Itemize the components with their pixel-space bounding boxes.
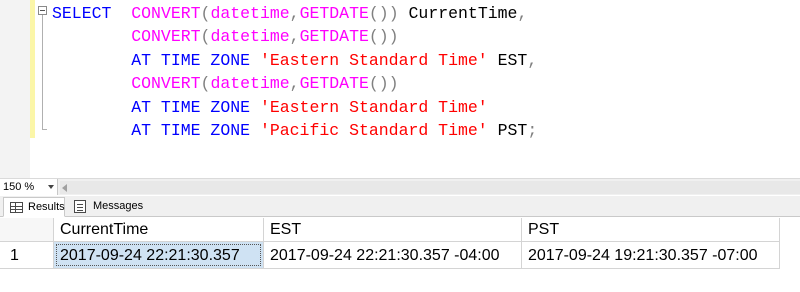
code-line[interactable]: AT TIME ZONE 'Pacific Standard Time' PST… [52, 119, 537, 142]
code-line[interactable]: AT TIME ZONE 'Eastern Standard Time' [52, 96, 537, 119]
column-header-pst[interactable]: PST [522, 218, 780, 242]
code-token: ()) [368, 4, 399, 23]
code-token: CONVERT [131, 27, 201, 47]
code-token: , [289, 4, 300, 23]
code-line[interactable]: AT TIME ZONE 'Eastern Standard Time' EST… [52, 49, 537, 72]
code-token: datetime [210, 27, 290, 47]
horizontal-scrollbar[interactable] [60, 181, 800, 194]
code-token: CONVERT [131, 4, 201, 23]
results-tab-strip: Results Messages [0, 196, 800, 217]
code-token: , [517, 4, 528, 23]
code-token: , [527, 50, 538, 70]
code-token: CONVERT [131, 74, 201, 94]
code-token: SELECT [52, 4, 112, 23]
chevron-down-icon[interactable] [48, 185, 54, 189]
code-token: AT TIME ZONE [131, 97, 251, 117]
code-line[interactable]: SELECT CONVERT(datetime,GETDATE()) Curre… [52, 2, 537, 25]
cell-est[interactable]: 2017-09-24 22:21:30.357 -04:00 [264, 242, 522, 269]
tab-messages-label: Messages [93, 200, 144, 212]
change-tracking-bar [30, 0, 35, 138]
code-token: PST [487, 120, 528, 140]
code-token: EST [487, 50, 528, 70]
zoom-value: 150 % [3, 181, 35, 193]
row-number-header[interactable] [0, 218, 54, 242]
code-token: CurrentTime [398, 4, 518, 23]
query-editor[interactable]: SELECT CONVERT(datetime,GETDATE()) Curre… [0, 0, 800, 178]
outline-line [42, 15, 43, 129]
row-number[interactable]: 1 [0, 242, 54, 269]
cell-currenttime[interactable]: 2017-09-24 22:21:30.357 [54, 242, 264, 269]
code-token: 'Eastern Standard Time' [259, 97, 488, 117]
code-token: 'Pacific Standard Time' [259, 120, 488, 140]
tab-results-label: Results [28, 201, 65, 213]
column-header-currenttime[interactable]: CurrentTime [54, 218, 264, 242]
code-line[interactable]: CONVERT(datetime,GETDATE()) [52, 72, 537, 95]
code-token: AT TIME ZONE [131, 50, 251, 70]
code-token: , [289, 74, 300, 94]
editor-gutter [0, 0, 30, 178]
zoom-dropdown[interactable]: 150 % [0, 179, 58, 195]
code-token: ( [200, 74, 211, 94]
code-token: datetime [210, 74, 290, 94]
cell-currenttime-value: 2017-09-24 22:21:30.357 [60, 247, 240, 264]
code-token: ( [200, 27, 211, 47]
messages-icon [74, 200, 86, 213]
code-token: AT TIME ZONE [131, 120, 251, 140]
scroll-left-icon[interactable] [62, 184, 67, 192]
code-token: GETDATE [299, 4, 369, 23]
results-grid[interactable]: CurrentTime EST PST 1 2017-09-24 22:21:3… [0, 218, 800, 292]
sql-code[interactable]: SELECT CONVERT(datetime,GETDATE()) Curre… [52, 2, 537, 142]
code-token: ; [527, 120, 538, 140]
code-token: ()) [368, 74, 399, 94]
code-token: datetime [210, 4, 290, 23]
column-header-est[interactable]: EST [264, 218, 522, 242]
code-token: 'Eastern Standard Time' [259, 50, 488, 70]
code-token: ()) [368, 27, 399, 47]
code-token: , [289, 27, 300, 47]
tab-results[interactable]: Results [3, 197, 65, 217]
code-line[interactable]: CONVERT(datetime,GETDATE()) [52, 25, 537, 48]
code-token: GETDATE [299, 74, 369, 94]
cell-pst[interactable]: 2017-09-24 19:21:30.357 -07:00 [522, 242, 780, 269]
editor-status-strip: 150 % [0, 178, 800, 195]
tab-messages[interactable]: Messages [69, 197, 144, 217]
code-token: GETDATE [299, 27, 369, 47]
code-token: ( [200, 4, 211, 23]
collapse-icon[interactable] [38, 6, 47, 15]
outline-end [42, 129, 47, 130]
grid-icon [10, 202, 23, 213]
